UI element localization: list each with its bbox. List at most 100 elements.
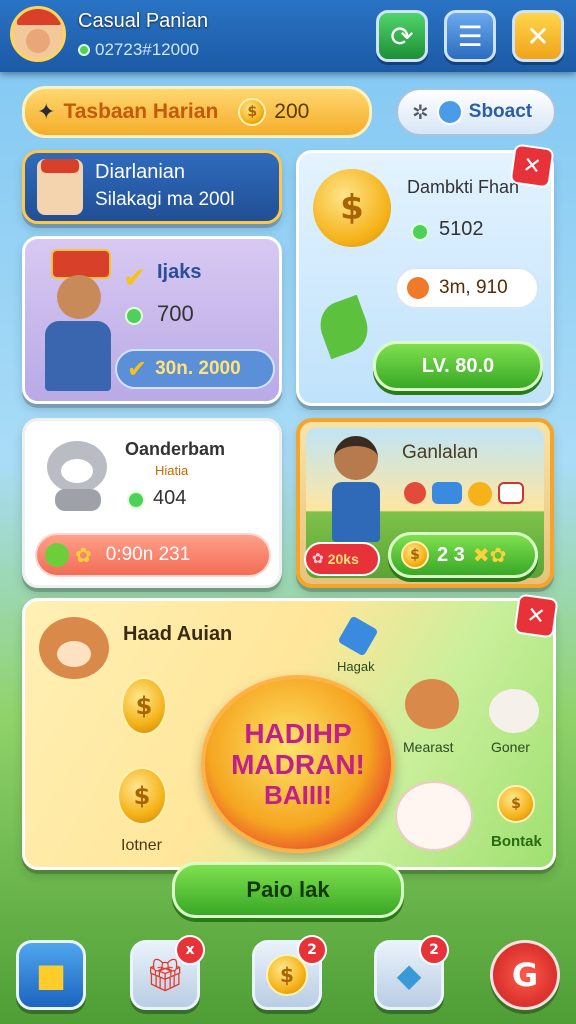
player-name: Casual Panian [78,10,209,32]
nav-cube-button[interactable]: ■ [16,940,86,1010]
star-icon: ✖✿ [472,543,507,567]
refresh-icon: ⟳ [390,19,414,53]
event-panel[interactable]: Haad Auian $ $ Iotner HADIHP MADRAN! BAI… [22,598,556,870]
event-label-4: Bontak [491,833,542,850]
reward-cost: 3m, 910 [395,267,539,309]
scene-title: Ganlalan [402,442,479,463]
close-button[interactable]: ✕ [512,10,564,62]
profile-portrait [37,159,83,215]
apple-icon [404,482,426,504]
banner-line-2: MADRAN! [231,748,365,780]
scene-items [404,482,524,506]
menu-button[interactable]: ☰ [444,10,496,62]
coin-icon: $ [238,98,267,126]
fox-icon [405,679,459,729]
currency-value: 02723#12000 [95,40,200,59]
event-label-left: Iotner [121,837,162,854]
coin-icon: $ [497,785,535,823]
nav-gift-button[interactable]: 🎁︎ x [130,935,205,1010]
scene-badge-label: 20ks [327,551,359,567]
check-icon: ✔ [127,355,148,383]
fruit-icon [407,277,429,299]
daily-label: Tasbaan Harian [63,100,219,123]
coin-icon: $ [117,767,167,825]
coin-icon: $ [401,541,429,569]
shop-button[interactable]: ✲ Sboact [396,88,556,136]
clock-icon [436,99,463,125]
ribbon-icon: ✿ [312,551,324,567]
shop-label: Sboact [468,101,533,122]
nav-g-button[interactable]: G [490,940,560,1010]
gem-icon [78,44,90,56]
reward-title: Dambkti Fhan [407,177,520,197]
profile-card[interactable]: Diarlanian Silakagi ma 200l [22,150,282,224]
reward-level-label: LV. 80.0 [421,354,495,377]
fox-icon [39,617,109,679]
hero-card[interactable]: ✔ Ijaks 700 ✔ 30n. 2000 [22,236,282,404]
hero-action-button[interactable]: ✔ 30n. 2000 [115,349,275,389]
apple-icon [45,543,69,567]
plane-icon [337,615,379,657]
bear-card[interactable]: Oanderbam Hiatia 404 ✿ 0:90n 231 [22,418,282,588]
bear-timer-bar[interactable]: ✿ 0:90n 231 [35,533,271,577]
event-title: Haad Auian [123,623,233,645]
check-icon: ✔ [123,262,147,293]
sun-coin-icon: $ [313,169,391,247]
bear-title: Oanderbam [125,439,226,459]
coin-icon [468,482,492,506]
gem-icon [125,307,143,325]
scene-action-button[interactable]: $ 2 3 ✖✿ [388,532,538,578]
reward-card[interactable]: $ Dambkti Fhan 5102 3m, 910 LV. 80.0 [296,150,554,406]
reward-level-button[interactable]: LV. 80.0 [373,341,543,391]
event-button-label: Paio lak [246,877,330,902]
scene-stats: 2 3 [437,543,465,566]
profile-title: Diarlanian [95,161,186,183]
gift-icon: 🎁︎ [144,956,186,994]
hero-title: Ijaks [157,261,202,283]
event-close-icon[interactable]: ✕ [513,593,559,639]
crystal-icon: ◆ [396,956,422,994]
banner-line-3: BAIII! [264,779,332,810]
event-label-3: Goner [491,739,530,755]
puzzle-icon: ✲ [412,100,429,124]
event-primary-button[interactable]: Paio lak [172,862,404,918]
reward-close-icon[interactable]: ✕ [509,143,555,189]
gem-icon [411,223,429,241]
player-avatar[interactable] [10,6,66,62]
cube-icon: ■ [35,956,67,994]
reward-cost-value: 3m, 910 [439,277,508,298]
bear-gems: 404 [153,487,187,509]
daily-value: 200 [274,100,310,123]
close-icon: ✕ [526,19,550,53]
scene-badge: ✿ 20ks [304,542,380,576]
hero-gems: 700 [157,301,194,326]
daily-reward-bar[interactable]: ✦ Tasbaan Harian $ 200 [22,86,372,138]
reward-gems: 5102 [439,218,484,240]
gift-icon [498,482,524,504]
bear-tag: Hiatia [155,463,189,478]
hero-action-label: 30n. 2000 [155,358,241,379]
player-currency: 02723#12000 [78,40,199,60]
nav-crystal-button[interactable]: ◆ 2 [374,935,449,1010]
flower-icon: ✿ [75,543,92,567]
g-logo-icon: G [511,956,539,994]
refresh-button[interactable]: ⟳ [376,10,428,62]
event-label-1: Hagak [337,659,375,674]
nav-coin-button[interactable]: $2 [252,935,327,1010]
event-banner[interactable]: HADIHP MADRAN! BAIII! [201,675,395,853]
coin-icon: $ [121,677,167,735]
nav-badge: x [175,935,205,965]
list-icon: ☰ [457,19,483,53]
scene-card[interactable]: Ganlalan ✿ 20ks $ 2 3 ✖✿ [296,418,554,588]
banner-line-1: HADIHP [244,717,352,749]
piggy-icon [395,781,473,851]
gift-icon: ✦ [37,99,56,125]
hero-character [37,249,117,399]
bunny-icon [489,689,539,733]
event-label-2: Mearast [403,739,454,755]
box-icon [432,482,462,504]
bear-timer-value: 0:90n 231 [105,544,191,565]
nav-badge: 2 [419,935,449,965]
boy-character [326,436,386,552]
leaf-icon [313,294,375,360]
